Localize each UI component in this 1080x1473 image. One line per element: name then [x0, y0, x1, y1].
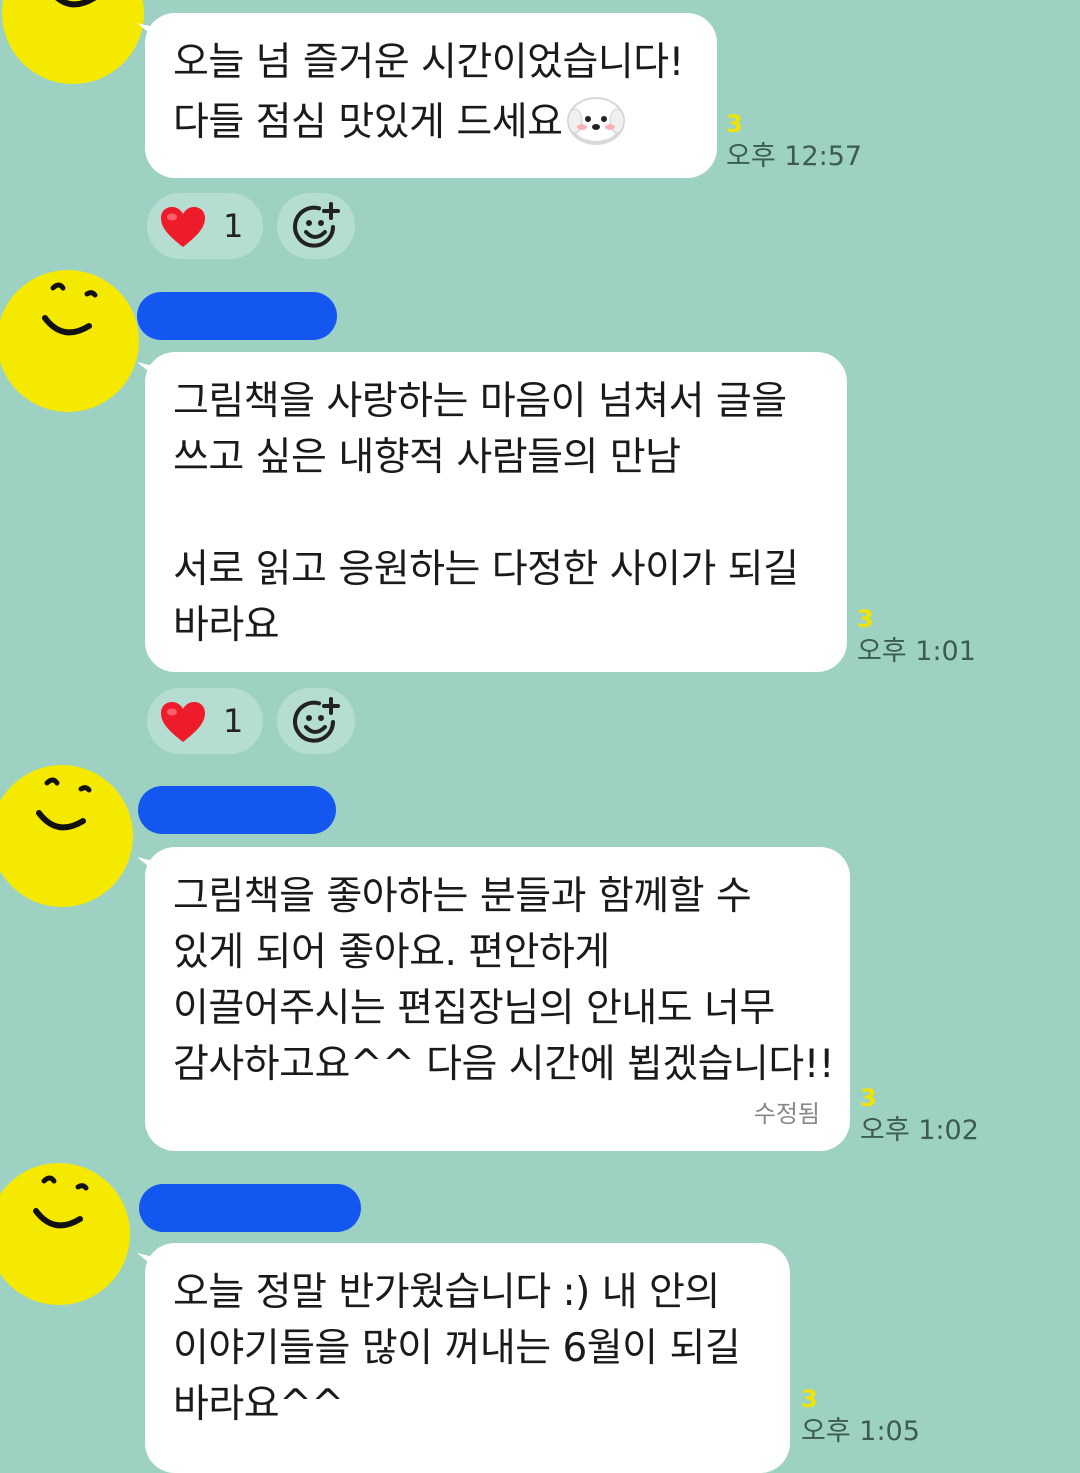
- avatar[interactable]: [0, 765, 133, 907]
- message-meta: 3 오후 1:01: [857, 604, 976, 670]
- message-text-line: 바라요: [173, 603, 280, 648]
- unread-count: 3: [857, 605, 874, 633]
- message-time: 오후 12:57: [726, 141, 863, 172]
- unread-count: 3: [860, 1084, 877, 1112]
- message-text-line: 그림책을 좋아하는 분들과 함께할 수: [173, 874, 752, 919]
- message-bubble[interactable]: 오늘 넘 즐거운 시간이었습니다! 다들 점심 맛있게 드세요: [137, 13, 717, 178]
- sender-name-redacted: [138, 786, 336, 834]
- bubble-tail: [137, 362, 159, 380]
- message-meta: 3 오후 12:57: [726, 109, 862, 175]
- avatar[interactable]: [0, 270, 139, 412]
- message-text-line: 있게 되어 좋아요. 편안하게: [173, 930, 610, 975]
- chat-message-list[interactable]: 오늘 넘 즐거운 시간이었습니다! 다들 점심 맛있게 드세요 3 오후 12:…: [0, 0, 1080, 1473]
- message-text-fragment: 다들 점심 맛있게 드세요: [173, 100, 563, 145]
- smiley-face-icon: [0, 270, 139, 412]
- message-meta: 3 오후 1:02: [860, 1083, 979, 1149]
- message-text-line: 이야기들을 많이 꺼내는 6월이 되길: [173, 1326, 741, 1371]
- message-text-line: 서로 읽고 응원하는 다정한 사이가 되길: [173, 547, 799, 592]
- bubble-tail: [137, 1253, 159, 1271]
- reaction-heart-button[interactable]: 1: [147, 193, 263, 259]
- message-bubble[interactable]: 그림책을 좋아하는 분들과 함께할 수 있게 되어 좋아요. 편안하게 이끌어주…: [137, 847, 850, 1151]
- unread-count: 3: [726, 110, 743, 138]
- message-text-line: 이끌어주시는 편집장님의 안내도 너무: [173, 986, 775, 1031]
- smiley-face-icon: [0, 765, 133, 907]
- bubble-tail: [137, 857, 159, 875]
- smiley-face-icon: [2, 0, 144, 84]
- add-reaction-button[interactable]: [277, 688, 355, 754]
- message-bubble[interactable]: 그림책을 사랑하는 마음이 넘쳐서 글을 쓰고 싶은 내향적 사람들의 만남 서…: [137, 352, 847, 672]
- message-time: 오후 1:02: [860, 1115, 979, 1146]
- reaction-count: 1: [223, 207, 244, 245]
- message-text-line: 감사하고요^^ 다음 시간에 뵙겠습니다!!: [173, 1042, 835, 1087]
- sender-name-redacted: [137, 292, 337, 340]
- edited-label: 수정됨: [753, 1100, 820, 1128]
- sender-name-redacted: [139, 1184, 361, 1232]
- reaction-count: 1: [223, 702, 244, 740]
- avatar[interactable]: [2, 0, 144, 84]
- message-time: 오후 1:01: [857, 636, 976, 667]
- add-reaction-button[interactable]: [277, 193, 355, 259]
- message-text-line: 오늘 넘 즐거운 시간이었습니다!: [173, 40, 684, 85]
- message-time: 오후 1:05: [801, 1416, 920, 1447]
- heart-icon: [159, 700, 207, 744]
- heart-icon: [159, 205, 207, 249]
- message-bubble[interactable]: 오늘 정말 반가웠습니다 :) 내 안의 이야기들을 많이 꺼내는 6월이 되길…: [137, 1243, 790, 1473]
- message-text-line: 그림책을 사랑하는 마음이 넘쳐서 글을: [173, 379, 787, 424]
- sender-name-redaction-flag: [138, 786, 139, 787]
- sender-name-redaction-flag: [139, 1184, 140, 1185]
- message-text-line: 오늘 정말 반가웠습니다 :) 내 안의: [173, 1270, 720, 1315]
- unread-count: 3: [801, 1385, 818, 1413]
- add-emoji-reaction-icon: [289, 200, 343, 254]
- message-text-line: 바라요^^: [173, 1382, 344, 1427]
- white-dog-emoji-icon: [566, 97, 625, 145]
- message-meta: 3 오후 1:05: [801, 1384, 920, 1450]
- smiley-face-icon: [0, 1163, 130, 1305]
- message-text-line: 쓰고 싶은 내향적 사람들의 만남: [173, 435, 681, 480]
- add-emoji-reaction-icon: [289, 695, 343, 749]
- reaction-heart-button[interactable]: 1: [147, 688, 263, 754]
- message-text-line: 다들 점심 맛있게 드세요: [173, 91, 689, 151]
- avatar[interactable]: [0, 1163, 130, 1305]
